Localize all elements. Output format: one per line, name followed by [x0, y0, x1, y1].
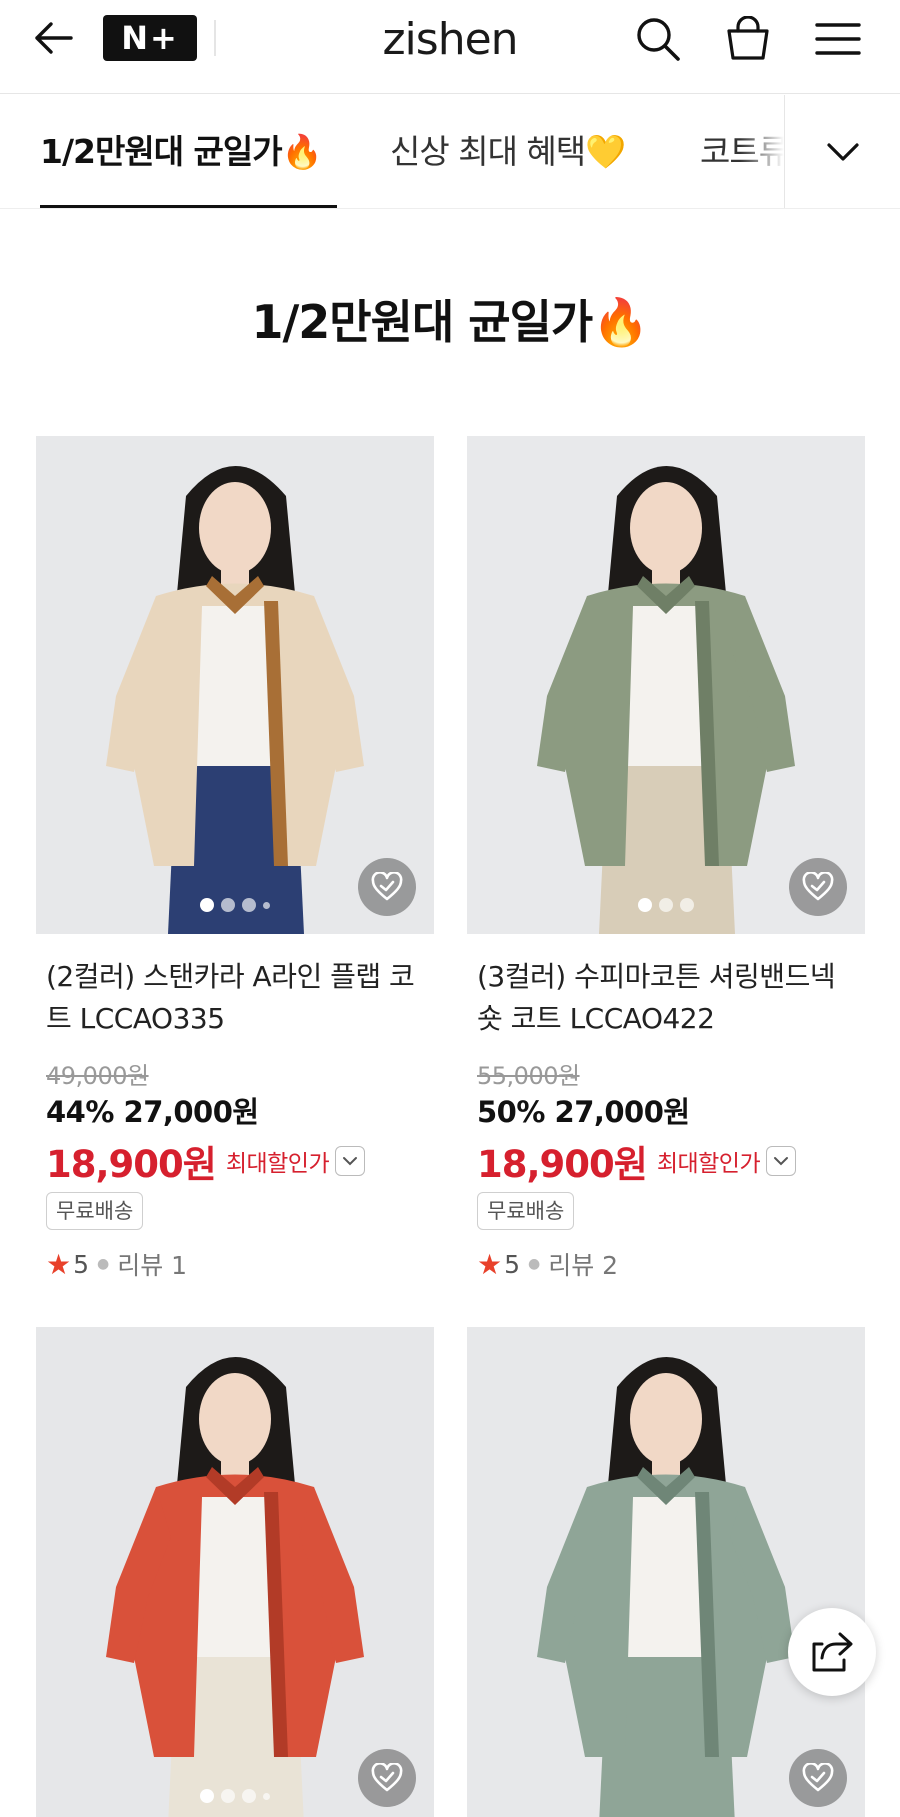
chevron-down-icon	[826, 142, 859, 161]
wishlist-button[interactable]	[789, 1749, 847, 1807]
cart-button[interactable]	[722, 14, 774, 64]
star-icon: ★	[477, 1247, 503, 1281]
model-illustration	[467, 1327, 865, 1817]
shopping-bag-icon	[727, 16, 769, 60]
heart-check-icon	[802, 872, 834, 901]
model-illustration	[467, 436, 865, 934]
section-title: 1/2만원대 균일가🔥	[251, 295, 649, 349]
face	[199, 482, 271, 574]
heart-check-icon	[371, 872, 403, 901]
pagination-dot[interactable]	[200, 898, 214, 912]
category-tabs: 1/2만원대 균일가🔥 신상 최대 혜택💛 코트류	[0, 95, 900, 209]
product-name[interactable]: (3컬러) 수피마코튼 셔링밴드넥 숏 코트 LCCAO422	[477, 956, 862, 1040]
pagination-dot[interactable]	[242, 898, 256, 912]
pagination-dot[interactable]	[659, 898, 673, 912]
separator-dot: ●	[528, 1256, 541, 1272]
product-image[interactable]	[467, 436, 865, 934]
original-price: 49,000원	[46, 1062, 149, 1090]
tabs-more-button[interactable]	[784, 95, 900, 208]
rating-row: ★ 5 ● 리뷰 1	[46, 1246, 187, 1282]
pagination-dot[interactable]	[200, 1789, 214, 1803]
final-price-row: 18,900원 최대할인가	[46, 1134, 366, 1188]
pagination-dot[interactable]	[680, 898, 694, 912]
nplus-logo[interactable]: N+	[103, 15, 197, 61]
tab-fade	[740, 95, 784, 208]
review-count[interactable]: 리뷰 2	[548, 1246, 618, 1282]
original-price: 55,000원	[477, 1062, 580, 1090]
tab-new-arrivals[interactable]: 신상 최대 혜택💛	[390, 125, 626, 208]
brand-logo[interactable]: zishen	[382, 14, 518, 65]
face	[630, 482, 702, 574]
share-button[interactable]	[788, 1608, 876, 1696]
star-icon: ★	[46, 1247, 72, 1281]
model-illustration	[36, 1327, 434, 1817]
pagination-dot[interactable]	[263, 901, 270, 909]
final-price-row: 18,900원 최대할인가	[477, 1134, 797, 1188]
model-illustration	[36, 436, 434, 934]
final-price: 18,900원	[46, 1143, 217, 1186]
wishlist-button[interactable]	[789, 858, 847, 916]
product-image[interactable]	[36, 436, 434, 934]
discount-price: 44% 27,000원	[46, 1095, 259, 1129]
rating-score: 5	[73, 1249, 90, 1279]
search-icon	[637, 18, 680, 61]
pagination-dot[interactable]	[242, 1789, 256, 1803]
chevron-down-icon	[343, 1157, 358, 1166]
pagination-dot[interactable]	[638, 898, 652, 912]
tab-uniform-price[interactable]: 1/2만원대 균일가🔥	[40, 125, 323, 208]
product-name[interactable]: (2컬러) 스탠카라 A라인 플랩 코트 LCCAO335	[46, 956, 431, 1040]
search-button[interactable]	[632, 14, 684, 64]
free-shipping-badge: 무료배송	[46, 1192, 144, 1230]
hamburger-menu-icon	[815, 23, 861, 55]
menu-button[interactable]	[812, 14, 864, 64]
header-divider	[214, 20, 216, 56]
product-image[interactable]	[467, 1327, 865, 1817]
back-arrow-icon	[35, 22, 73, 54]
final-price: 18,900원	[477, 1143, 648, 1186]
discount-price: 50% 27,000원	[477, 1095, 690, 1129]
rating-row: ★ 5 ● 리뷰 2	[477, 1246, 618, 1282]
free-shipping-badge: 무료배송	[477, 1192, 575, 1230]
active-tab-indicator	[40, 205, 337, 208]
review-count[interactable]: 리뷰 1	[117, 1246, 187, 1282]
face	[630, 1373, 702, 1465]
chevron-down-icon	[774, 1157, 789, 1166]
price-detail-toggle[interactable]	[335, 1146, 366, 1176]
heart-check-icon	[371, 1763, 403, 1792]
pagination-dot[interactable]	[221, 898, 235, 912]
separator-dot: ●	[97, 1256, 110, 1272]
max-discount-label: 최대할인가	[225, 1151, 330, 1177]
product-image[interactable]	[36, 1327, 434, 1817]
pagination-dot[interactable]	[221, 1789, 235, 1803]
wishlist-button[interactable]	[358, 1749, 416, 1807]
rating-score: 5	[504, 1249, 521, 1279]
wishlist-button[interactable]	[358, 858, 416, 916]
max-discount-label: 최대할인가	[656, 1151, 761, 1177]
share-icon	[812, 1632, 853, 1672]
back-button[interactable]	[28, 16, 78, 60]
face	[199, 1373, 271, 1465]
heart-check-icon	[802, 1763, 834, 1792]
pagination-dot[interactable]	[263, 1792, 270, 1800]
price-detail-toggle[interactable]	[766, 1146, 797, 1176]
top-bar: N+ zishen	[0, 0, 900, 94]
